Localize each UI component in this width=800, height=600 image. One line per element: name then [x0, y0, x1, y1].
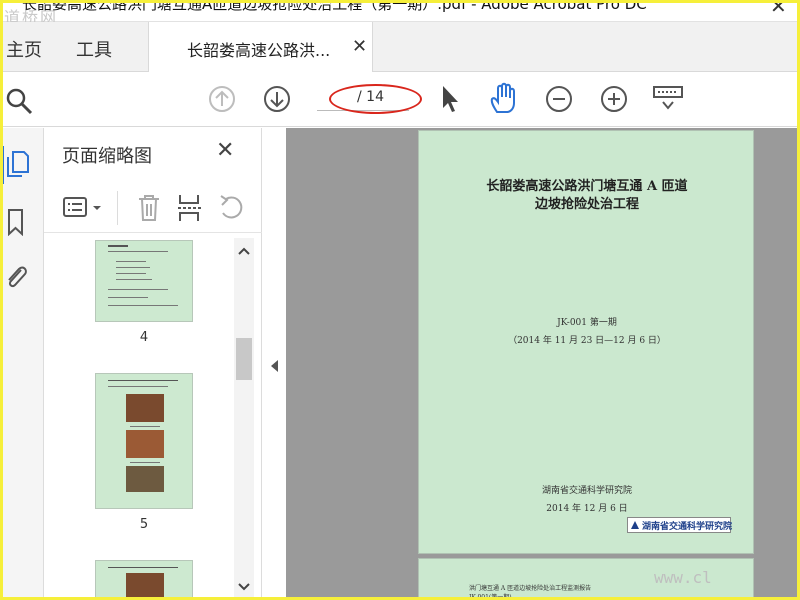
thumbnail-scrollbar[interactable]: [234, 238, 254, 600]
window-close-button[interactable]: ✕: [770, 0, 787, 18]
attachment-icon[interactable]: [4, 262, 28, 292]
panel-close-button[interactable]: ✕: [216, 138, 234, 163]
collapse-arrow-icon[interactable]: [268, 358, 280, 374]
thumbnail-page-4[interactable]: [95, 240, 193, 322]
zoom-out-icon[interactable]: [545, 85, 573, 113]
select-arrow-icon[interactable]: [440, 84, 462, 114]
page-number-highlight-annotation: [329, 84, 422, 114]
home-menu[interactable]: 主页: [6, 36, 42, 62]
thumbnail-panel: 页面缩略图 ✕ 4 5: [44, 128, 262, 600]
bookmark-icon[interactable]: [6, 208, 26, 236]
report-date-range: （2014 年 11 月 23 日—12 月 6 日）: [508, 336, 666, 346]
panel-toolbar: [44, 183, 262, 233]
institute-logo: 湖南省交通科学研究院: [627, 517, 733, 533]
panel-collapse-strip[interactable]: [262, 128, 286, 600]
institute-logo-text: 湖南省交通科学研究院: [642, 522, 733, 532]
tab-bar: 主页 工具 长韶娄高速公路洪... ✕: [0, 22, 800, 72]
thumbnail-label-page-4: 4: [139, 330, 149, 345]
delete-page-icon[interactable]: [136, 193, 162, 223]
document-tab-close-button[interactable]: ✕: [352, 36, 367, 57]
document-tab[interactable]: 长韶娄高速公路洪... ✕: [148, 22, 373, 72]
window-title: 长韶娄高速公路洪门塘互通A匝道边坡抢险处治工程（第一期）.pdf - Adobe…: [22, 0, 647, 13]
scrollbar-thumb[interactable]: [236, 338, 252, 380]
title-bar: 长韶娄高速公路洪门塘互通A匝道边坡抢险处治工程（第一期）.pdf - Adobe…: [0, 0, 800, 27]
search-icon[interactable]: [4, 86, 34, 116]
issue-date: 2014 年 12 月 6 日: [546, 504, 628, 514]
institute-name: 湖南省交通科学研究院: [541, 486, 632, 496]
page2-header-line-2: JK-001(第一期): [469, 594, 512, 600]
navigation-rail: [0, 128, 44, 600]
hand-tool-icon[interactable]: [488, 82, 520, 116]
thumbnail-page-5[interactable]: [95, 373, 193, 509]
page-title-line-2: 边坡抢险处治工程: [534, 197, 639, 212]
document-page-1: 长韶娄高速公路洪门塘互通 A 匝道 边坡抢险处治工程 JK-001 第一期 （2…: [418, 130, 754, 554]
page-thumbnails-icon[interactable]: [6, 150, 30, 178]
tools-menu[interactable]: 工具: [76, 36, 112, 62]
page2-header-line-1: 洪门塘互通 A 匝道边坡抢险处治工程监测报告: [469, 585, 592, 592]
panel-title: 页面缩略图: [62, 146, 152, 167]
thumbnail-label-page-5: 5: [139, 517, 149, 532]
footer-watermark: www.cl: [654, 568, 712, 587]
panel-toolbar-divider: [117, 191, 118, 225]
insert-pages-icon[interactable]: [176, 193, 204, 223]
document-tab-label: 长韶娄高速公路洪...: [187, 41, 331, 60]
document-viewport[interactable]: 长韶娄高速公路洪门塘互通 A 匝道 边坡抢险处治工程 JK-001 第一期 （2…: [286, 128, 800, 600]
rail-active-indicator: [0, 146, 4, 184]
scroll-down-icon[interactable]: [237, 582, 251, 592]
thumbnail-page-6[interactable]: [95, 560, 193, 600]
keyboard-tools-icon[interactable]: [652, 84, 684, 114]
institute-logo-icon: [631, 521, 639, 529]
next-page-icon[interactable]: [263, 85, 291, 113]
report-code: JK-001 第一期: [557, 318, 617, 328]
previous-page-icon[interactable]: [208, 85, 236, 113]
page-title-line-1: 长韶娄高速公路洪门塘互通 A 匝道: [486, 179, 688, 194]
rotate-page-icon[interactable]: [218, 193, 246, 223]
thumbnail-options-icon[interactable]: [62, 195, 106, 221]
scroll-up-icon[interactable]: [237, 246, 251, 256]
zoom-in-icon[interactable]: [600, 85, 628, 113]
